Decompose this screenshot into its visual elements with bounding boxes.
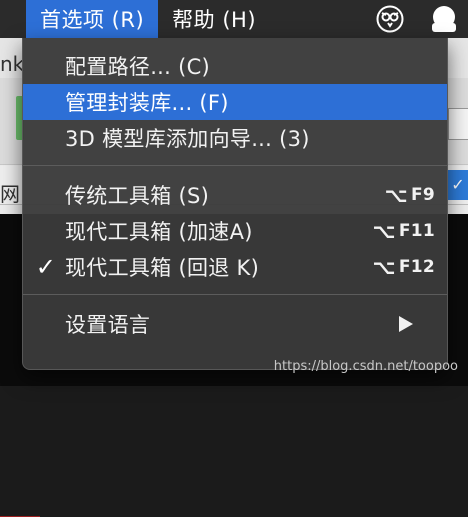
- checkmark-icon: ✓: [35, 253, 57, 281]
- menubar: 首选项 (R) 帮助 (H): [0, 0, 468, 38]
- submenu-arrow-icon: [399, 316, 413, 332]
- watermark-text: https://blog.csdn.net/toopoo: [273, 359, 458, 374]
- menu-separator: [23, 294, 447, 295]
- option-key-icon: ⌥: [372, 255, 396, 279]
- background-field: [448, 108, 468, 140]
- menu-help[interactable]: 帮助 (H): [158, 0, 270, 38]
- menu-item-manage-footprint-libraries[interactable]: 管理封装库... (F): [23, 84, 447, 120]
- menu-item-label: 传统工具箱 (S): [65, 184, 210, 208]
- menu-help-label: 帮助 (H): [172, 8, 257, 32]
- shortcut: ⌥ F11: [372, 219, 435, 243]
- menu-item-label: 现代工具箱 (回退 K): [65, 256, 260, 280]
- menu-item-label: 3D 模型库添加向导... (3): [65, 127, 310, 151]
- menu-preferences[interactable]: 首选项 (R): [26, 0, 159, 38]
- menu-item-label: 管理封装库... (F): [65, 91, 229, 115]
- menu-item-modern-toolset-accelerated[interactable]: 现代工具箱 (加速A) ⌥ F11: [23, 213, 447, 249]
- shortcut-key: F9: [410, 185, 435, 205]
- menu-item-label: 配置路径... (C): [65, 55, 211, 79]
- menu-item-configure-paths[interactable]: 配置路径... (C): [23, 48, 447, 84]
- user-avatar-icon[interactable]: [428, 3, 460, 35]
- menu-item-label: 现代工具箱 (加速A): [65, 220, 253, 244]
- owl-icon[interactable]: [374, 3, 406, 35]
- background-text-fragment: 网: [0, 182, 20, 206]
- menu-item-3d-library-wizard[interactable]: 3D 模型库添加向导... (3): [23, 120, 447, 156]
- menu-item-label: 设置语言: [65, 313, 151, 337]
- option-key-icon: ⌥: [384, 183, 408, 207]
- shortcut: ⌥ F9: [385, 183, 435, 207]
- menu-item-legacy-toolset[interactable]: 传统工具箱 (S) ⌥ F9: [23, 177, 447, 213]
- menubar-spacer: [0, 0, 26, 38]
- shortcut-key: F12: [398, 257, 435, 277]
- option-key-icon: ⌥: [372, 219, 396, 243]
- menu-item-set-language[interactable]: 设置语言: [23, 306, 447, 342]
- status-icons: [374, 0, 460, 38]
- background-text-fragment: nk: [0, 52, 25, 76]
- shortcut: ⌥ F12: [372, 255, 435, 279]
- menu-separator: [23, 165, 447, 166]
- shortcut-key: F11: [398, 221, 435, 241]
- menu-preferences-label: 首选项 (R): [40, 8, 145, 32]
- preferences-dropdown-menu: 配置路径... (C) 管理封装库... (F) 3D 模型库添加向导... (…: [22, 38, 448, 370]
- background-checkbox: ✓: [448, 170, 468, 200]
- menu-item-modern-toolset-fallback[interactable]: ✓ 现代工具箱 (回退 K) ⌥ F12: [23, 249, 447, 285]
